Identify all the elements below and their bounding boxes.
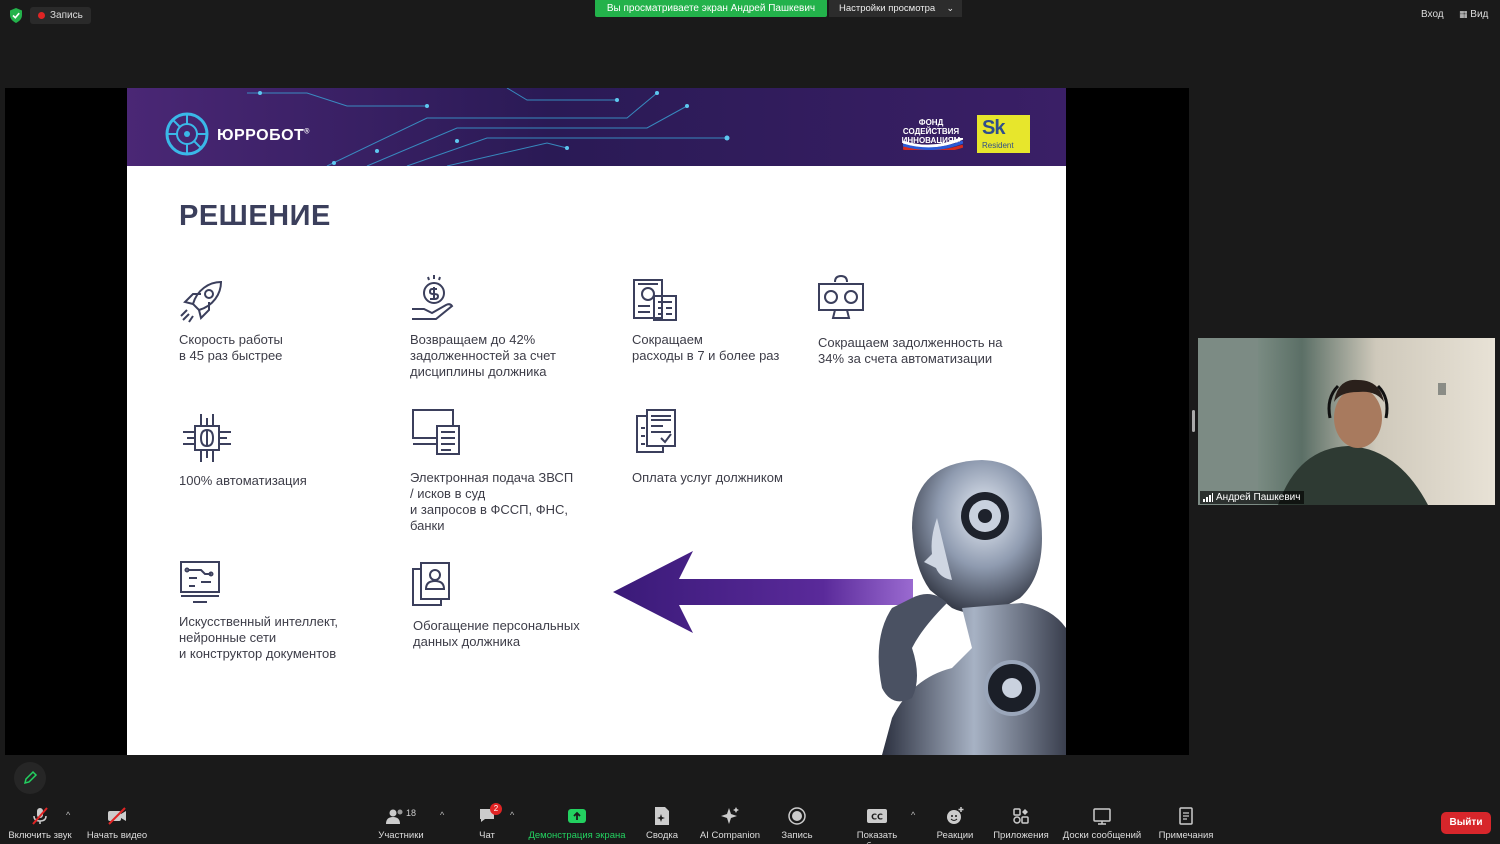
recording-dot-icon (38, 12, 45, 19)
participant-video-tile[interactable]: Андрей Пашкевич (1198, 338, 1495, 505)
money-hand-icon (412, 275, 454, 320)
sparkle-icon (721, 807, 739, 824)
captions-options-caret-icon[interactable]: ^ (911, 810, 915, 820)
notes-label: Примечания (1158, 830, 1214, 841)
share-screen-button[interactable]: Демонстрация экрана (528, 806, 626, 841)
sk-resident-text: Resident (982, 141, 1014, 150)
notes-icon (1179, 807, 1193, 825)
feature-automation: 100% автоматизация (179, 473, 307, 488)
view-settings-label: Настройки просмотра (839, 3, 936, 14)
whiteboard-icon (1093, 808, 1111, 825)
chevron-down-icon: ⌄ (946, 3, 954, 13)
brand-name: ЮРРОБОТ (217, 127, 305, 144)
apps-label: Приложения (993, 830, 1049, 841)
brand-trademark: ® (304, 128, 310, 136)
participants-icon (386, 809, 403, 824)
summary-label: Сводка (645, 830, 679, 841)
record-label: Запись (781, 830, 813, 841)
participant-name-label: Андрей Пашкевич (1200, 491, 1305, 504)
microphone-muted-icon (32, 807, 48, 825)
monitor-money-icon (818, 274, 864, 319)
profile-document-icon (412, 562, 450, 606)
unmute-button[interactable]: Включить звук (7, 806, 73, 841)
chat-options-caret-icon[interactable]: ^ (510, 810, 514, 820)
feature-debt-reduction: Сокращаем задолженность на 34% за счета … (818, 335, 1003, 366)
signal-bars-icon (1203, 493, 1213, 502)
captions-label: Показать субтитры (856, 830, 898, 844)
whiteboards-label: Доски сообщений (1062, 830, 1142, 841)
apps-icon (1013, 808, 1029, 824)
svg-text:CC: CC (871, 813, 883, 822)
panel-resize-handle[interactable] (1192, 410, 1195, 432)
skolkovo-resident-logo: Sk Resident (977, 115, 1030, 153)
security-shield-icon[interactable] (9, 8, 23, 23)
recording-label: Запись (50, 10, 83, 21)
invoice-icon (636, 409, 676, 453)
audio-options-caret-icon[interactable]: ^ (66, 810, 70, 820)
russian-flag-swoosh-icon (903, 138, 963, 150)
captions-button[interactable]: CC Показать субтитры (835, 806, 919, 844)
ai-companion-label: AI Companion (699, 830, 761, 841)
sign-in-button[interactable]: Вход (1421, 9, 1444, 20)
share-screen-icon (568, 809, 586, 823)
brand-logo-text: ЮРРОБОТ® (217, 127, 310, 145)
view-label: Вид (1470, 9, 1489, 20)
chat-label: Чат (479, 830, 495, 841)
smiley-plus-icon (947, 807, 964, 824)
feature-e-filing: Электронная подача ЗВСП / исков в суд и … (410, 470, 574, 533)
rocket-icon (180, 280, 223, 323)
start-video-button[interactable]: Начать видео (86, 806, 148, 841)
video-camera-off-icon (108, 807, 126, 825)
shared-screen: ЮРРОБОТ® ФОНД СОДЕЙСТВИЯ ИННОВАЦИЯМ Sk R… (5, 88, 1189, 755)
view-button[interactable]: ▦ Вид (1459, 9, 1488, 20)
share-screen-label: Демонстрация экрана (528, 830, 626, 841)
pencil-icon (23, 770, 38, 785)
closed-captions-icon: CC (867, 809, 887, 823)
feature-cost-reduction: Сокращаем расходы в 7 и более раз (632, 332, 780, 363)
whiteboards-button[interactable]: Доски сообщений (1062, 806, 1142, 841)
presentation-slide: ЮРРОБОТ® ФОНД СОДЕЙСТВИЯ ИННОВАЦИЯМ Sk R… (127, 88, 1066, 755)
participant-video-frame (1198, 338, 1446, 505)
feature-speed: Скорость работы в 45 раз быстрее (179, 332, 283, 363)
summary-document-icon (655, 807, 669, 825)
record-button[interactable]: Запись (780, 806, 814, 841)
chat-unread-badge: 2 (490, 803, 502, 815)
yurrobot-logo-icon (165, 112, 209, 156)
feature-debtor-payment: Оплата услуг должником (632, 470, 783, 485)
zoom-meeting-window: Запись Вы просматриваете экран Андрей Па… (0, 0, 1500, 844)
recording-indicator[interactable]: Запись (30, 7, 91, 24)
notes-button[interactable]: Примечания (1158, 806, 1214, 841)
participant-name: Андрей Пашкевич (1216, 492, 1301, 503)
slide-header: ЮРРОБОТ® ФОНД СОДЕЙСТВИЯ ИННОВАЦИЯМ Sk R… (127, 88, 1066, 166)
reactions-button[interactable]: Реакции (935, 806, 975, 841)
laptop-document-icon (412, 409, 460, 455)
record-icon (788, 807, 806, 825)
screen-share-banner: Вы просматриваете экран Андрей Пашкевич (595, 0, 827, 17)
chat-button[interactable]: 2 Чат (474, 803, 502, 841)
participants-options-caret-icon[interactable]: ^ (440, 810, 444, 820)
annotate-button[interactable] (14, 762, 46, 794)
feature-debt-return: Возвращаем до 42% задолженностей за счет… (410, 332, 556, 379)
unmute-label: Включить звук (8, 830, 72, 841)
robot-thinking-illustration (878, 460, 1066, 755)
summary-button[interactable]: Сводка (645, 806, 679, 841)
grid-view-icon: ▦ (1459, 9, 1468, 19)
reactions-label: Реакции (936, 830, 974, 841)
meeting-toolbar: Включить звук ^ Начать видео 18 Участник… (0, 800, 1500, 844)
participants-count: 18 (406, 808, 417, 818)
participants-label: Участники (378, 830, 424, 841)
start-video-label: Начать видео (86, 830, 148, 841)
chip-brain-icon (183, 414, 231, 462)
participants-button[interactable]: 18 Участники (377, 806, 425, 841)
ai-companion-button[interactable]: AI Companion (699, 806, 761, 841)
slide-title: РЕШЕНИЕ (179, 200, 331, 232)
calculator-icon (633, 279, 677, 321)
apps-button[interactable]: Приложения (992, 806, 1050, 841)
feature-ai: Искусственный интеллект, нейронные сети … (179, 614, 338, 661)
leave-meeting-button[interactable]: Выйти (1441, 812, 1491, 834)
feature-data-enrichment: Обогащение персональных данных должника (413, 618, 580, 649)
view-settings-dropdown[interactable]: Настройки просмотра ⌄ (829, 0, 962, 17)
computer-circuit-icon (180, 561, 220, 603)
sk-logo-text: Sk (982, 117, 1005, 139)
